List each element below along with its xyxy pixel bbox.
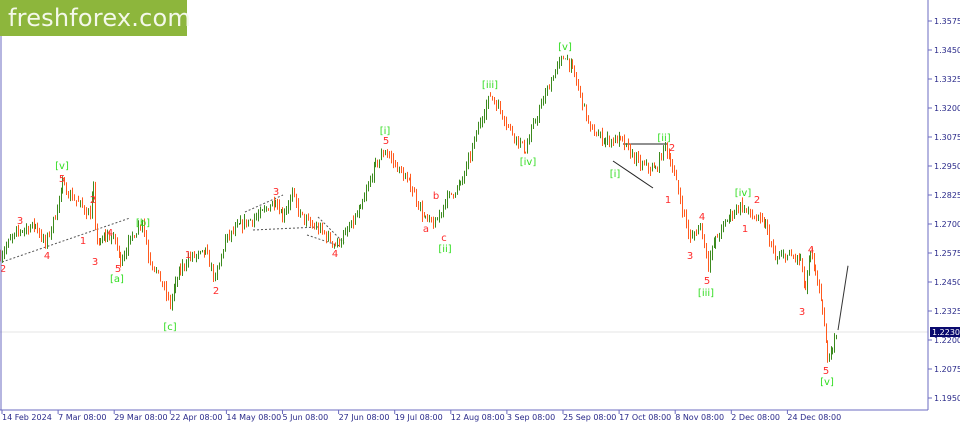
y-tick-label: 1.2700 [934,220,960,229]
y-tick-label: 1.3325 [934,75,960,84]
wave-label-red: 1 [80,236,86,247]
wave-label-green: [c] [163,322,176,333]
x-tick-label: 14 May 08:00 [226,413,281,422]
wave-label-green: [a] [110,274,124,285]
wave-label-red: 5 [383,136,389,147]
x-tick-label: 3 Sep 08:00 [507,413,555,422]
wave-label-red: 2 [213,286,219,297]
x-tick-label: 19 Jul 08:00 [395,413,443,422]
y-tick-label: 1.2575 [934,249,960,258]
wave-label-red: 3 [799,307,805,318]
y-tick-label: 1.1950 [934,394,960,403]
wave-label-red: 3 [273,187,279,198]
x-tick-label: 12 Aug 08:00 [451,413,505,422]
wave-label-green: [b] [136,218,150,229]
wave-label-red: 4 [107,228,113,239]
x-tick-label: 5 Jun 08:00 [283,413,329,422]
x-tick-label: 22 Apr 08:00 [170,413,222,422]
wave-label-red: 4 [332,249,338,260]
x-tick-label: 7 Mar 08:00 [58,413,106,422]
wave-label-green: [i] [610,169,621,180]
wave-label-green: [iii] [482,80,498,91]
wave-label-red: 2 [90,195,96,206]
wave-label-red: 4 [699,212,705,223]
y-tick-label: 1.2075 [934,365,960,374]
x-axis[interactable]: 14 Feb 2024 7 Mar 08:00 29 Mar 08:00 22 Apr… [1,410,841,422]
wave-label-red: 1 [742,224,748,235]
wave-label-green: [ii] [438,244,451,255]
y-tick-label: 1.2200 [934,336,960,345]
wave-label-red: 3 [687,251,693,262]
x-tick-label: 17 Oct 08:00 [619,413,671,422]
y-tick-label: 1.2950 [934,162,960,171]
wave-label-red: 4 [808,245,814,256]
y-tick-label: 1.2825 [934,191,960,200]
y-tick-label: 1.3450 [934,46,960,55]
y-tick-label: 1.2450 [934,278,960,287]
wave-label-red: a [423,224,429,235]
x-tick-label: 27 Jun 08:00 [339,413,390,422]
plot-area [0,0,928,410]
x-tick-label: 8 Nov 08:00 [675,413,724,422]
x-tick-label: 24 Dec 08:00 [787,413,841,422]
wave-label-red: 3 [92,257,98,268]
y-tick-label: 1.2325 [934,307,960,316]
wave-label-red: 4 [44,251,50,262]
wave-label-red: c [441,233,447,244]
wave-label-green: [iii] [698,288,714,299]
price-chart[interactable]: [v][b][a][c][i][ii][iii][iv][v][i][ii][i… [0,0,960,423]
x-tick-label: 25 Sep 08:00 [563,413,616,422]
wave-label-green: [iv] [735,188,752,199]
x-tick-label: 29 Mar 08:00 [114,413,167,422]
wave-label-red: 5 [59,174,65,185]
wave-label-red: 5 [823,366,829,377]
wave-label-red: 1 [665,195,671,206]
x-tick-label: 14 Feb 2024 [2,413,52,422]
current-price-label: 1.2230 [932,328,960,337]
wave-label-red: 3 [17,216,23,227]
wave-label-red: 5 [115,264,121,275]
wave-label-green: [v] [820,377,834,388]
wave-label-green: [iv] [520,157,537,168]
wave-label-red: 2 [754,195,760,206]
x-tick-label: 2 Dec 08:00 [731,413,780,422]
y-tick-label: 1.3575 [934,17,960,26]
y-axis[interactable]: 1.3575 1.3450 1.3325 1.3200 1.3075 1.2950 1.28… [928,17,960,403]
wave-label-green: [v] [558,42,572,53]
freshforex-logo: freshforex.com [0,0,191,36]
y-tick-label: 1.3075 [934,133,960,142]
wave-label-red: 5 [704,276,710,287]
wave-label-red: 1 [185,250,191,261]
wave-label-red: b [433,191,439,202]
wave-label-red: 2 [669,143,675,154]
wave-label-green: [v] [55,161,69,172]
current-price-tag: 1.2230 [930,327,960,337]
y-tick-label: 1.3200 [934,104,960,113]
